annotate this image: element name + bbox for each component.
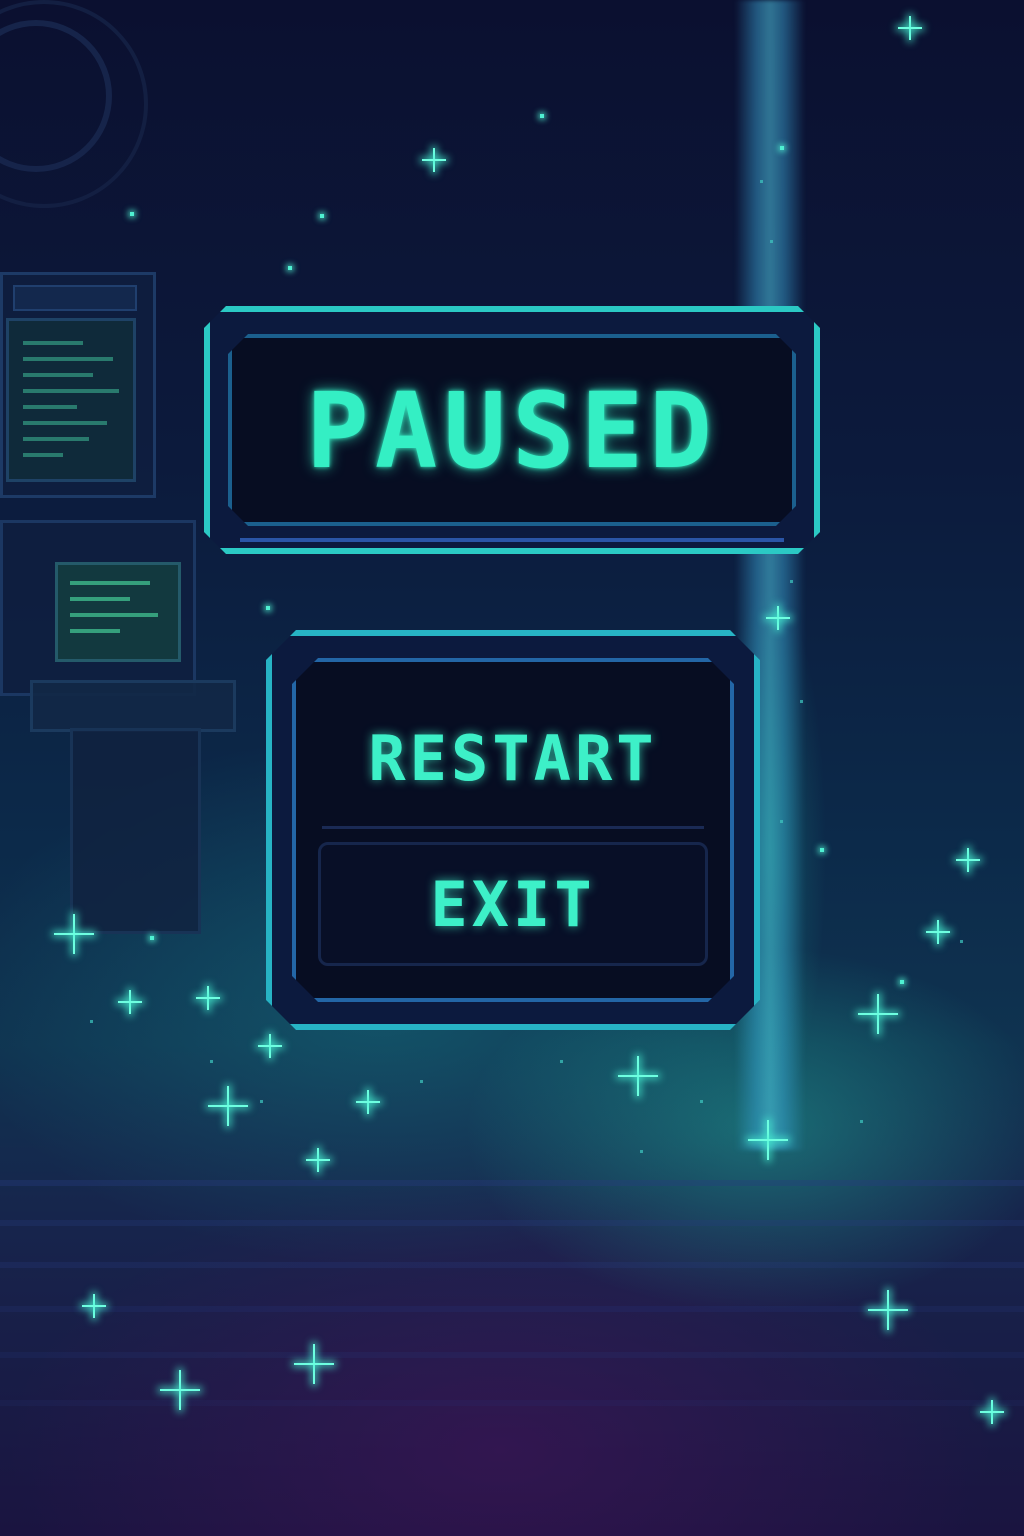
dust-particle bbox=[800, 700, 803, 703]
dust-particle bbox=[560, 1060, 563, 1063]
code-line bbox=[23, 357, 113, 361]
game-scene: PAUSED RESTART EXIT bbox=[0, 0, 1024, 1536]
exit-button[interactable]: EXIT bbox=[318, 842, 708, 966]
dust-particle bbox=[640, 1150, 643, 1153]
floor-line bbox=[0, 1352, 1024, 1358]
sparkle-icon bbox=[82, 1294, 106, 1318]
sparkle-icon bbox=[868, 1290, 908, 1330]
code-line bbox=[70, 629, 120, 633]
star bbox=[150, 936, 154, 940]
dust-particle bbox=[90, 1020, 93, 1023]
floor-line bbox=[0, 1220, 1024, 1226]
star bbox=[540, 114, 544, 118]
sparkle-icon bbox=[858, 994, 898, 1034]
sparkle-icon bbox=[160, 1370, 200, 1410]
dust-particle bbox=[420, 1080, 423, 1083]
code-line bbox=[23, 437, 89, 441]
pause-title: PAUSED bbox=[306, 370, 718, 492]
pause-title-panel: PAUSED bbox=[204, 306, 820, 554]
code-line bbox=[70, 581, 150, 585]
dust-particle bbox=[700, 1100, 703, 1103]
sparkle-icon bbox=[422, 148, 446, 172]
sparkle-icon bbox=[748, 1120, 788, 1160]
sparkle-icon bbox=[898, 16, 922, 40]
sparkle-icon bbox=[618, 1056, 658, 1096]
star bbox=[820, 848, 824, 852]
menu-divider bbox=[322, 826, 704, 829]
code-line bbox=[70, 613, 158, 617]
sparkle-icon bbox=[118, 990, 142, 1014]
background-console bbox=[30, 680, 236, 732]
sparkle-icon bbox=[196, 986, 220, 1010]
sparkle-icon bbox=[956, 848, 980, 872]
restart-button[interactable]: RESTART bbox=[318, 696, 708, 820]
sparkle-icon bbox=[306, 1148, 330, 1172]
floor-line bbox=[0, 1180, 1024, 1186]
dust-particle bbox=[260, 1100, 263, 1103]
dust-particle bbox=[860, 1120, 863, 1123]
code-line bbox=[70, 597, 130, 601]
dust-particle bbox=[210, 1060, 213, 1063]
sparkle-icon bbox=[926, 920, 950, 944]
floor-line bbox=[0, 1262, 1024, 1268]
dust-particle bbox=[760, 180, 763, 183]
sparkle-icon bbox=[54, 914, 94, 954]
sparkle-icon bbox=[356, 1090, 380, 1114]
code-line bbox=[23, 389, 119, 393]
star bbox=[780, 146, 784, 150]
code-line bbox=[23, 421, 107, 425]
background-swirl bbox=[0, 0, 148, 208]
sparkle-icon bbox=[980, 1400, 1004, 1424]
code-line bbox=[23, 453, 63, 457]
sparkle-icon bbox=[208, 1086, 248, 1126]
pause-menu-panel: RESTART EXIT bbox=[266, 630, 760, 1030]
background-cabinet bbox=[70, 728, 201, 934]
terminal-screen bbox=[55, 562, 181, 662]
star bbox=[266, 606, 270, 610]
dust-particle bbox=[790, 580, 793, 583]
sparkle-icon bbox=[766, 606, 790, 630]
dust-particle bbox=[960, 940, 963, 943]
floor-line bbox=[0, 1400, 1024, 1406]
code-line bbox=[23, 405, 77, 409]
star bbox=[288, 266, 292, 270]
star bbox=[320, 214, 324, 218]
sparkle-icon bbox=[258, 1034, 282, 1058]
star bbox=[130, 212, 134, 216]
code-line bbox=[23, 373, 93, 377]
terminal-screen bbox=[6, 318, 136, 482]
panel-edge bbox=[240, 538, 784, 542]
star bbox=[900, 980, 904, 984]
code-line bbox=[23, 341, 83, 345]
dust-particle bbox=[770, 240, 773, 243]
dust-particle bbox=[780, 820, 783, 823]
terminal-header bbox=[13, 285, 137, 311]
sparkle-icon bbox=[294, 1344, 334, 1384]
